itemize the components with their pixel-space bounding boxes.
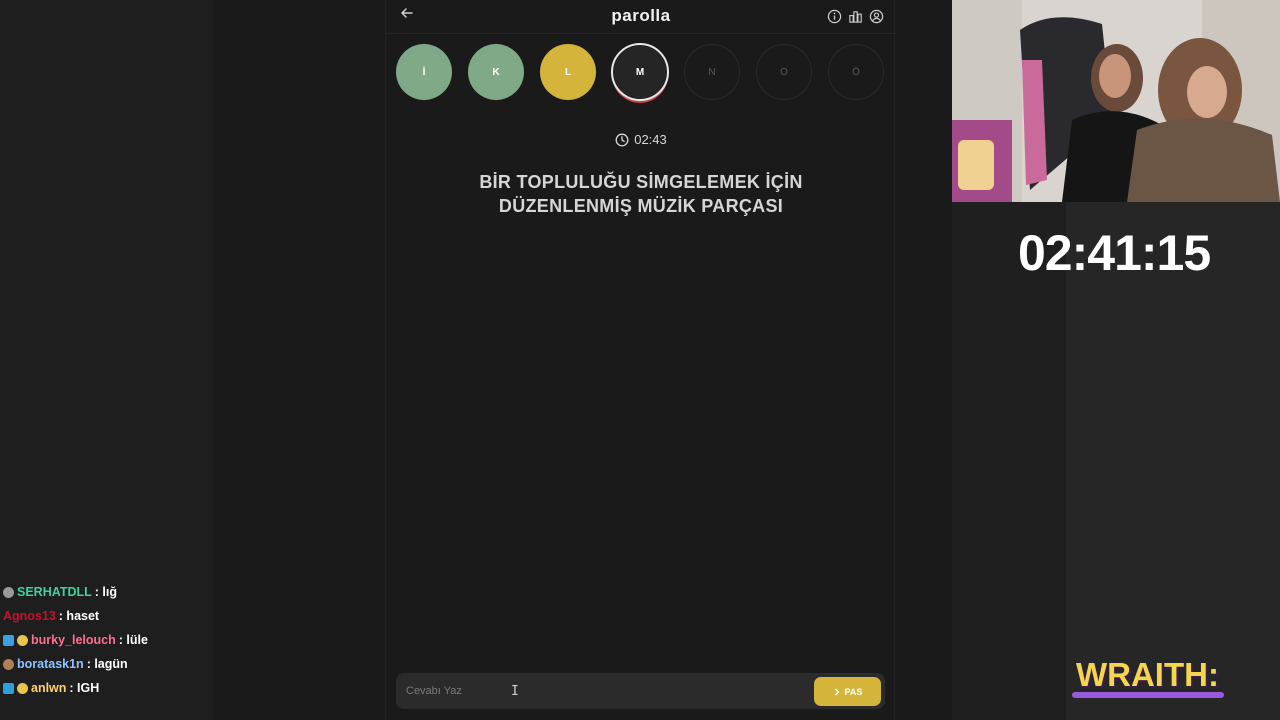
badge-icon: [3, 682, 14, 694]
chat-list: SERHATDLL : lığ Agnos13 : haset burky_le…: [3, 580, 213, 700]
letter-track: İ K L M N O Ö: [396, 43, 886, 102]
badge-icon: [17, 634, 28, 646]
pass-label: PAS: [844, 686, 863, 697]
chat-text: : lığ: [94, 585, 117, 599]
right-margin: [895, 0, 952, 720]
chat-text: : haset: [58, 609, 100, 623]
letter-label: K: [492, 66, 500, 78]
app-title: parolla: [611, 6, 671, 25]
letter-label: Ö: [852, 66, 860, 78]
webcam-feed: [952, 0, 1280, 202]
chat-username[interactable]: burky_lelouch: [31, 633, 116, 647]
webcam-image: [952, 0, 1280, 202]
letter-circle[interactable]: Ö: [828, 44, 884, 100]
info-icon[interactable]: [827, 9, 842, 24]
chat-message: Agnos13 : haset: [3, 604, 213, 628]
header-actions: [827, 9, 884, 24]
letter-label: İ: [422, 66, 426, 78]
chat-message: SERHATDLL : lığ: [3, 580, 213, 604]
letter-label: M: [635, 66, 645, 78]
answer-input[interactable]: [406, 673, 801, 709]
chat-username[interactable]: SERHATDLL: [17, 585, 92, 599]
sponsor-text: WRAITH:: [1076, 656, 1219, 693]
chevron-right-icon: [834, 688, 839, 695]
badge-icon: [3, 586, 14, 598]
letter-circle[interactable]: İ: [396, 44, 452, 100]
chat-message: boratask1n : lagün: [3, 652, 213, 676]
stats-icon[interactable]: [848, 9, 863, 24]
sponsor-logo: WRAITH:: [1070, 652, 1230, 702]
letter-label: O: [780, 66, 788, 78]
timer-value: 02:43: [634, 132, 667, 147]
chat-text: : lüle: [118, 633, 148, 647]
profile-icon[interactable]: [869, 9, 884, 24]
chat-username[interactable]: Agnos13: [3, 609, 56, 623]
badge-icon: [3, 658, 14, 670]
chat-text: : IGH: [69, 681, 100, 695]
letter-circle-active[interactable]: M: [611, 43, 669, 101]
letter-circle[interactable]: N: [684, 44, 740, 100]
letter-circle[interactable]: L: [540, 44, 596, 100]
letter-circle[interactable]: K: [468, 44, 524, 100]
clock-icon: [615, 133, 629, 147]
chat-username[interactable]: anlwn: [31, 681, 66, 695]
pass-button[interactable]: PAS: [814, 677, 881, 706]
chat-message: anlwn : IGH: [3, 676, 213, 700]
badge-icon: [17, 682, 28, 694]
question-text: BİR TOPLULUĞU SİMGELEMEK İÇİN DÜZENLENMİ…: [479, 172, 803, 216]
stream-timer: 02:41:15: [1018, 225, 1211, 281]
question-timer: 02:43: [386, 132, 896, 147]
chat-username[interactable]: boratask1n: [17, 657, 84, 671]
left-margin: [213, 0, 385, 720]
chat-text: : lagün: [86, 657, 128, 671]
letter-circle[interactable]: O: [756, 44, 812, 100]
badge-icon: [3, 634, 14, 646]
chat-message: burky_lelouch : lüle: [3, 628, 213, 652]
letter-label: L: [564, 66, 572, 78]
game-panel: parolla İ K L M N O Ö 02:43 BİR TOPLULUĞ…: [385, 0, 896, 720]
text-cursor-icon: I: [511, 684, 519, 699]
answer-bar: I PAS: [396, 673, 885, 709]
app-header: parolla: [386, 0, 896, 34]
letter-label: N: [708, 66, 716, 78]
stream-screen: parolla İ K L M N O Ö 02:43 BİR TOPLULUĞ…: [0, 0, 1280, 720]
